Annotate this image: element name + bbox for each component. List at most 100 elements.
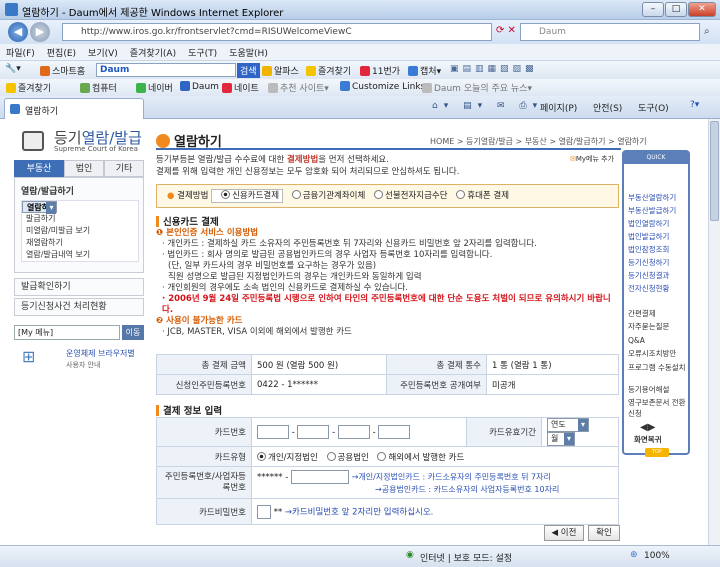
remote-icon[interactable]: ◀▶: [640, 422, 655, 433]
breadcrumb[interactable]: HOME > 등기열람/발급 > 부동산 > 열람/발급하기 > 열람하기: [430, 136, 647, 147]
screen-return-button[interactable]: 화면복귀: [634, 434, 662, 445]
quick-item-4[interactable]: 법인발급하기: [628, 231, 686, 242]
radio-card-type-personal[interactable]: [257, 451, 266, 461]
url-input[interactable]: http://www.iros.go.kr/frontservlet?cmd=R…: [62, 23, 492, 41]
quick-item-13[interactable]: 프로그램 수동설치: [628, 362, 686, 373]
radio-card-type-corporate[interactable]: [326, 451, 336, 461]
quick-item-7[interactable]: 등기신청결과: [628, 270, 686, 281]
quick-item-9[interactable]: 간편결제: [628, 308, 686, 319]
close-button[interactable]: ✕: [688, 2, 716, 17]
tab-other[interactable]: 기타: [104, 160, 144, 177]
minimize-button[interactable]: –: [642, 2, 664, 17]
sidebar-item-pending[interactable]: 미열람/미발급 보기: [22, 225, 138, 237]
quick-item-10[interactable]: 자주묻는질문: [628, 321, 686, 332]
radio-card[interactable]: [221, 190, 231, 199]
command-icons[interactable]: ⌂▾ ▤▾ ✉ ⎙▾: [432, 101, 543, 111]
safety-menu[interactable]: 안전(S): [593, 101, 622, 114]
status-bar: ◉ 인터넷 | 보호 모드: 설정 ⊕ 100%: [0, 545, 720, 567]
quick-item-5[interactable]: 법인잠정조회: [628, 244, 686, 255]
top-button[interactable]: TOP: [645, 448, 669, 457]
quick-item-3[interactable]: 법인열람하기: [628, 218, 686, 229]
quick-item-6[interactable]: 등기신청하기: [628, 257, 686, 268]
smarthome-button[interactable]: 스마트홈: [40, 64, 85, 77]
search-input[interactable]: Daum: [520, 23, 700, 41]
confirm-button[interactable]: 확인: [588, 525, 620, 541]
os-browser-guide[interactable]: ⊞ 운영체제 브라우저별 사용자 안내: [14, 345, 144, 375]
pay-option-mobile[interactable]: 휴대폰 결제: [450, 190, 509, 201]
quick-item-11[interactable]: Q&A: [628, 335, 686, 346]
radio-bank[interactable]: [291, 190, 301, 199]
radio-card-type-foreign[interactable]: [377, 451, 387, 461]
card-password-input[interactable]: [257, 504, 271, 519]
sidebar-case-status[interactable]: 등기신청사건 처리현황: [14, 298, 144, 316]
page-menu[interactable]: 페이지(P): [540, 101, 577, 114]
quick-item-15[interactable]: 영구보존문서 전환신청: [628, 397, 686, 419]
menu-tools[interactable]: 도구(T): [182, 44, 223, 59]
rrn-hint-2: →공용법인카드 : 카드소유자의 사업자등록번호 10자리: [375, 485, 560, 494]
sidebar-menu-title[interactable]: 열람/발급하기: [21, 184, 74, 197]
tools-menu[interactable]: 도구(O): [638, 101, 669, 114]
quick-item-1[interactable]: 부동산열람하기: [628, 192, 686, 203]
toolbar-menu-icon[interactable]: 🔧▾: [5, 64, 21, 74]
alpas-button[interactable]: 알파스: [262, 64, 299, 77]
vertical-scrollbar[interactable]: [708, 119, 720, 545]
fav-link-nate[interactable]: 네이트: [222, 81, 259, 94]
fav-link-naver[interactable]: 네이버: [136, 81, 173, 94]
tab-real-estate[interactable]: 부동산: [14, 160, 64, 177]
prev-button[interactable]: ◀ 이전: [544, 525, 584, 541]
menu-favorites[interactable]: 즐겨찾기(A): [124, 44, 182, 59]
total-count-value: 1 통 (열람 1 통): [486, 354, 619, 375]
card-number-3[interactable]: [337, 425, 370, 439]
printer-icon: [22, 131, 44, 151]
refresh-stop-icons[interactable]: ⟳ ✕: [496, 25, 516, 36]
fav-link-recommended[interactable]: 추천 사이트▾: [268, 81, 329, 94]
sidebar-item-view[interactable]: 열람하기: [22, 201, 58, 214]
favorites-button[interactable]: 즐겨찾기: [6, 81, 51, 94]
favorites-toolbar-button[interactable]: 즐겨찾기: [306, 64, 351, 77]
11st-button[interactable]: 11번가: [360, 64, 400, 77]
toolbar-extra-icons[interactable]: ▣▤▥▦▧▨▩: [450, 64, 538, 74]
quick-item-14[interactable]: 등기용어해설: [628, 384, 686, 395]
help-icon[interactable]: ?▾: [690, 100, 699, 110]
pay-option-bank[interactable]: 금융기관계좌이체: [286, 190, 365, 201]
tab-active[interactable]: 열람하기: [4, 98, 144, 119]
fav-link-computer[interactable]: 컴퓨터: [80, 81, 117, 94]
sidebar-verify-issue[interactable]: 발급확인하기: [14, 278, 144, 296]
quick-item-2[interactable]: 부동산발급하기: [628, 205, 686, 216]
quick-item-12[interactable]: 오류시조치방안: [628, 348, 686, 359]
radio-mobile[interactable]: [456, 190, 466, 199]
maximize-button[interactable]: □: [665, 2, 687, 17]
radio-prepaid[interactable]: [374, 190, 383, 199]
menu-edit[interactable]: 편집(E): [41, 44, 82, 59]
sidebar-item-issue[interactable]: 발급하기: [22, 213, 138, 225]
daum-search-input[interactable]: Daum: [96, 63, 236, 77]
zoom-level[interactable]: 100%: [644, 551, 670, 561]
mymenu-go-button[interactable]: 이동: [122, 325, 144, 340]
sidebar-item-review[interactable]: 재열람하기: [22, 237, 138, 249]
my-menu-add-button[interactable]: ✉My메뉴 추가: [570, 154, 614, 164]
fav-link-daum-news[interactable]: Daum 오늘의 주요 뉴스▾: [422, 81, 532, 94]
quick-item-8[interactable]: 전자신청현황: [628, 283, 686, 294]
menu-file[interactable]: 파일(F): [0, 44, 41, 59]
card-number-4[interactable]: [378, 425, 411, 439]
tab-corporation[interactable]: 법인: [64, 160, 104, 177]
fav-link-customize[interactable]: Customize Links: [340, 81, 425, 92]
pay-option-card[interactable]: 신용카드결제: [211, 189, 284, 203]
mymenu-select[interactable]: [My 메뉴]: [14, 325, 120, 340]
daum-search-button[interactable]: 검색: [237, 63, 260, 78]
menu-help[interactable]: 도움말(H): [223, 44, 274, 59]
capture-button[interactable]: 캡처▾: [408, 64, 441, 77]
expiry-month-select[interactable]: 월: [547, 432, 575, 446]
search-icon[interactable]: ⌕: [704, 26, 710, 37]
back-button[interactable]: ◀: [8, 22, 28, 42]
forward-button[interactable]: ▶: [30, 22, 50, 42]
card-number-1[interactable]: [257, 425, 289, 439]
menu-view[interactable]: 보기(V): [82, 44, 124, 59]
pay-option-prepaid[interactable]: 선불전자지급수단: [368, 190, 448, 201]
expiry-year-select[interactable]: 연도: [547, 418, 589, 432]
rrn-input[interactable]: [290, 470, 349, 484]
scrollbar-thumb[interactable]: [710, 121, 719, 221]
fav-link-daum[interactable]: Daum: [180, 81, 219, 92]
card-number-2[interactable]: [297, 425, 330, 439]
sidebar-item-history[interactable]: 열람/발급내역 보기: [22, 249, 138, 261]
